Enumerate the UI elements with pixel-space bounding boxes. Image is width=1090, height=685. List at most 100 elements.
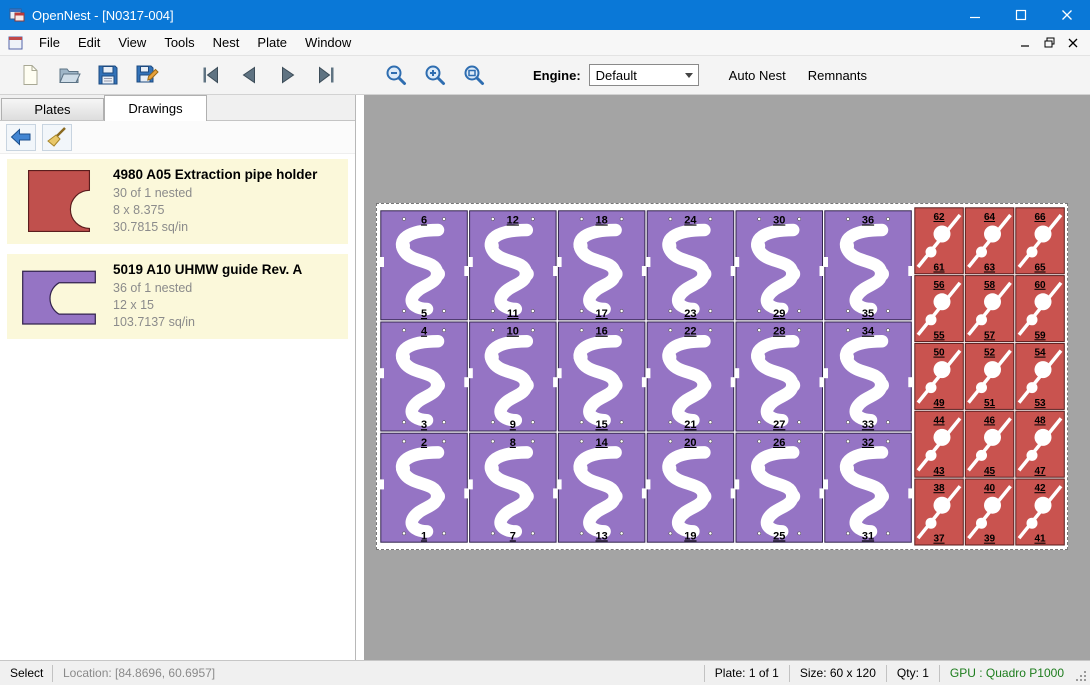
svg-text:53: 53 [1034,398,1046,409]
nest-pair-purple[interactable]: 6 5 [380,211,468,320]
nest-pair-purple[interactable]: 16 15 [558,322,646,431]
nest-pair-red[interactable]: 40 39 [965,479,1014,545]
zoom-out-button[interactable] [380,59,412,91]
svg-text:38: 38 [933,483,945,494]
svg-text:59: 59 [1034,330,1046,341]
save-button[interactable] [92,59,124,91]
svg-text:32: 32 [862,437,874,449]
save-as-button[interactable] [131,59,163,91]
new-button[interactable] [14,59,46,91]
left-arrow-icon [9,125,33,149]
nest-pair-red[interactable]: 44 43 [915,411,964,477]
nav-prev-button[interactable] [233,59,265,91]
auto-nest-button[interactable]: Auto Nest [723,64,792,87]
status-qty: Qty: 1 [887,666,939,680]
drawing-title: 4980 A05 Extraction pipe holder [113,167,317,182]
nest-pair-red[interactable]: 50 49 [915,343,964,409]
nest-pair-purple[interactable]: 10 9 [469,322,557,431]
svg-text:8: 8 [510,437,516,449]
nest-pair-red[interactable]: 62 61 [915,208,964,274]
window-title: OpenNest - [N0317-004] [32,8,174,23]
nest-pair-purple[interactable]: 22 21 [646,322,734,431]
left-arrow-button[interactable] [6,124,36,151]
nest-pair-purple[interactable]: 30 29 [735,211,823,320]
svg-text:9: 9 [510,419,516,431]
nest-pair-red[interactable]: 52 51 [965,343,1014,409]
nest-pair-red[interactable]: 64 63 [965,208,1014,274]
nest-pair-red[interactable]: 60 59 [1016,276,1065,342]
nest-pair-purple[interactable]: 26 25 [735,433,823,542]
nest-pair-red[interactable]: 58 57 [965,276,1014,342]
svg-text:7: 7 [510,530,516,542]
resize-grip[interactable] [1074,661,1090,685]
plate[interactable]: 6 5 12 11 18 17 24 23 [376,203,1068,550]
svg-text:46: 46 [984,415,996,426]
nest-pair-purple[interactable]: 4 3 [380,322,468,431]
svg-text:49: 49 [933,398,945,409]
nest-pair-purple[interactable]: 12 11 [469,211,557,320]
nav-first-button[interactable] [194,59,226,91]
menu-edit[interactable]: Edit [69,30,109,55]
drawing-list-item[interactable]: 5019 A10 UHMW guide Rev. A 36 of 1 neste… [7,254,348,339]
menu-plate[interactable]: Plate [248,30,296,55]
document-icon[interactable] [8,35,24,51]
zoom-fit-icon [462,63,486,87]
minimize-icon [1020,38,1030,48]
nest-pair-red[interactable]: 46 45 [965,411,1014,477]
nest-pair-red[interactable]: 48 47 [1016,411,1065,477]
mdi-minimize-button[interactable] [1014,34,1036,52]
zoom-in-button[interactable] [419,59,451,91]
menu-tools[interactable]: Tools [155,30,203,55]
svg-text:26: 26 [773,437,785,449]
remnants-button[interactable]: Remnants [802,64,873,87]
mdi-close-button[interactable] [1062,34,1084,52]
nest-pair-purple[interactable]: 18 17 [558,211,646,320]
drawing-area: 103.7137 sq/in [113,314,302,331]
tab-plates[interactable]: Plates [1,98,104,120]
svg-text:62: 62 [933,212,945,223]
main-toolbar: Engine: Default Auto Nest Remnants [0,56,1090,95]
svg-text:33: 33 [862,419,874,431]
menu-view[interactable]: View [109,30,155,55]
nest-pair-purple[interactable]: 14 13 [558,433,646,542]
svg-text:51: 51 [984,398,996,409]
nest-pair-red[interactable]: 42 41 [1016,479,1065,545]
nav-last-button[interactable] [311,59,343,91]
engine-select[interactable]: Default [589,64,699,86]
nest-pair-purple[interactable]: 24 23 [646,211,734,320]
nest-pair-purple[interactable]: 34 33 [824,322,912,431]
open-button[interactable] [53,59,85,91]
nest-pair-red[interactable]: 66 65 [1016,208,1065,274]
menu-nest[interactable]: Nest [204,30,249,55]
nest-pair-red[interactable]: 38 37 [915,479,964,545]
window-minimize-button[interactable] [952,0,998,30]
svg-text:47: 47 [1034,466,1046,477]
mdi-restore-button[interactable] [1038,34,1060,52]
nest-pair-purple[interactable]: 8 7 [469,433,557,542]
nest-pair-purple[interactable]: 20 19 [646,433,734,542]
zoom-fit-button[interactable] [458,59,490,91]
panel-splitter[interactable] [356,95,364,660]
menu-window[interactable]: Window [296,30,360,55]
tab-drawings[interactable]: Drawings [104,95,207,121]
prev-arrow-icon [237,63,261,87]
part-thumbnail [13,165,105,236]
window-close-button[interactable] [1044,0,1090,30]
nav-next-button[interactable] [272,59,304,91]
nest-pair-purple[interactable]: 36 35 [824,211,912,320]
nest-pair-red[interactable]: 54 53 [1016,343,1065,409]
menu-file[interactable]: File [30,30,69,55]
nest-pair-purple[interactable]: 28 27 [735,322,823,431]
nest-canvas[interactable]: 6 5 12 11 18 17 24 23 [364,95,1090,660]
drawing-list-item[interactable]: 4980 A05 Extraction pipe holder 30 of 1 … [7,159,348,244]
nest-pair-purple[interactable]: 2 1 [380,433,468,542]
svg-text:29: 29 [773,308,785,320]
zoom-out-icon [384,63,408,87]
nest-pair-purple[interactable]: 32 31 [824,433,912,542]
svg-text:42: 42 [1034,483,1046,494]
clean-button[interactable] [42,124,72,151]
nest-pair-red[interactable]: 56 55 [915,276,964,342]
status-bar: Select Location: [84.8696, 60.6957] Plat… [0,660,1090,685]
resize-grip-icon [1075,670,1088,683]
window-maximize-button[interactable] [998,0,1044,30]
